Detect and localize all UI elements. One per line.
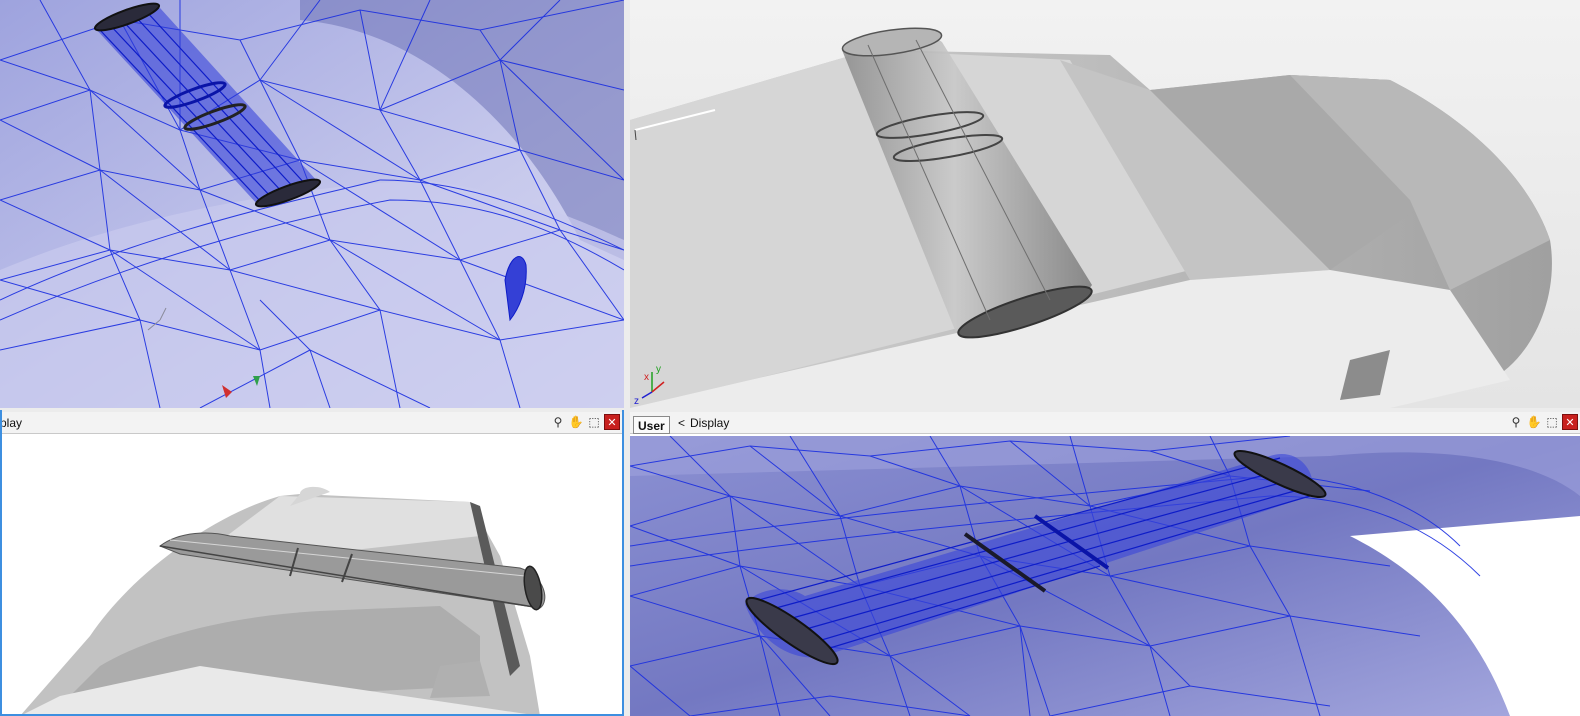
shaded-model-render [0,436,622,716]
wireframe-mesh-render [0,0,624,408]
pan-hand-icon[interactable]: ✋ [568,414,584,430]
viewport-bar-bottom-right: User < Display ⚲ ✋ ⬚ ✕ [630,412,1580,434]
close-viewport-icon[interactable]: ✕ [1562,414,1578,430]
viewport-bar-bottom-left: play ⚲ ✋ ⬚ ✕ [0,412,622,434]
viewport-bottom-right-wireframe[interactable] [630,436,1580,716]
viewport-tools: ⚲ ✋ ⬚ ✕ [1508,414,1578,430]
axis-y-label: y [656,364,661,375]
zoom-icon[interactable]: ⚲ [1508,414,1524,430]
viewport-tools: ⚲ ✋ ⬚ ✕ [550,414,620,430]
zoom-icon[interactable]: ⚲ [550,414,566,430]
pan-hand-icon[interactable]: ✋ [1526,414,1542,430]
zoom-extents-icon[interactable]: ⬚ [1544,414,1560,430]
view-label[interactable]: Display [690,416,729,430]
axis-x-label: x [644,372,649,383]
close-viewport-icon[interactable]: ✕ [604,414,620,430]
zoom-extents-icon[interactable]: ⬚ [586,414,602,430]
wireframe-mesh-render [630,436,1580,716]
viewport-bottom-left-shaded[interactable] [0,436,622,716]
axis-z-label: z [634,396,639,407]
view-nav-chevron[interactable]: < [678,416,685,430]
shaded-model-render: y x z [630,0,1580,408]
viewport-user-button[interactable]: User [633,416,670,434]
viewport-top-right-shaded[interactable]: y x z [630,0,1580,408]
viewport-top-left-wireframe[interactable] [0,0,624,408]
view-label[interactable]: play [0,416,22,430]
